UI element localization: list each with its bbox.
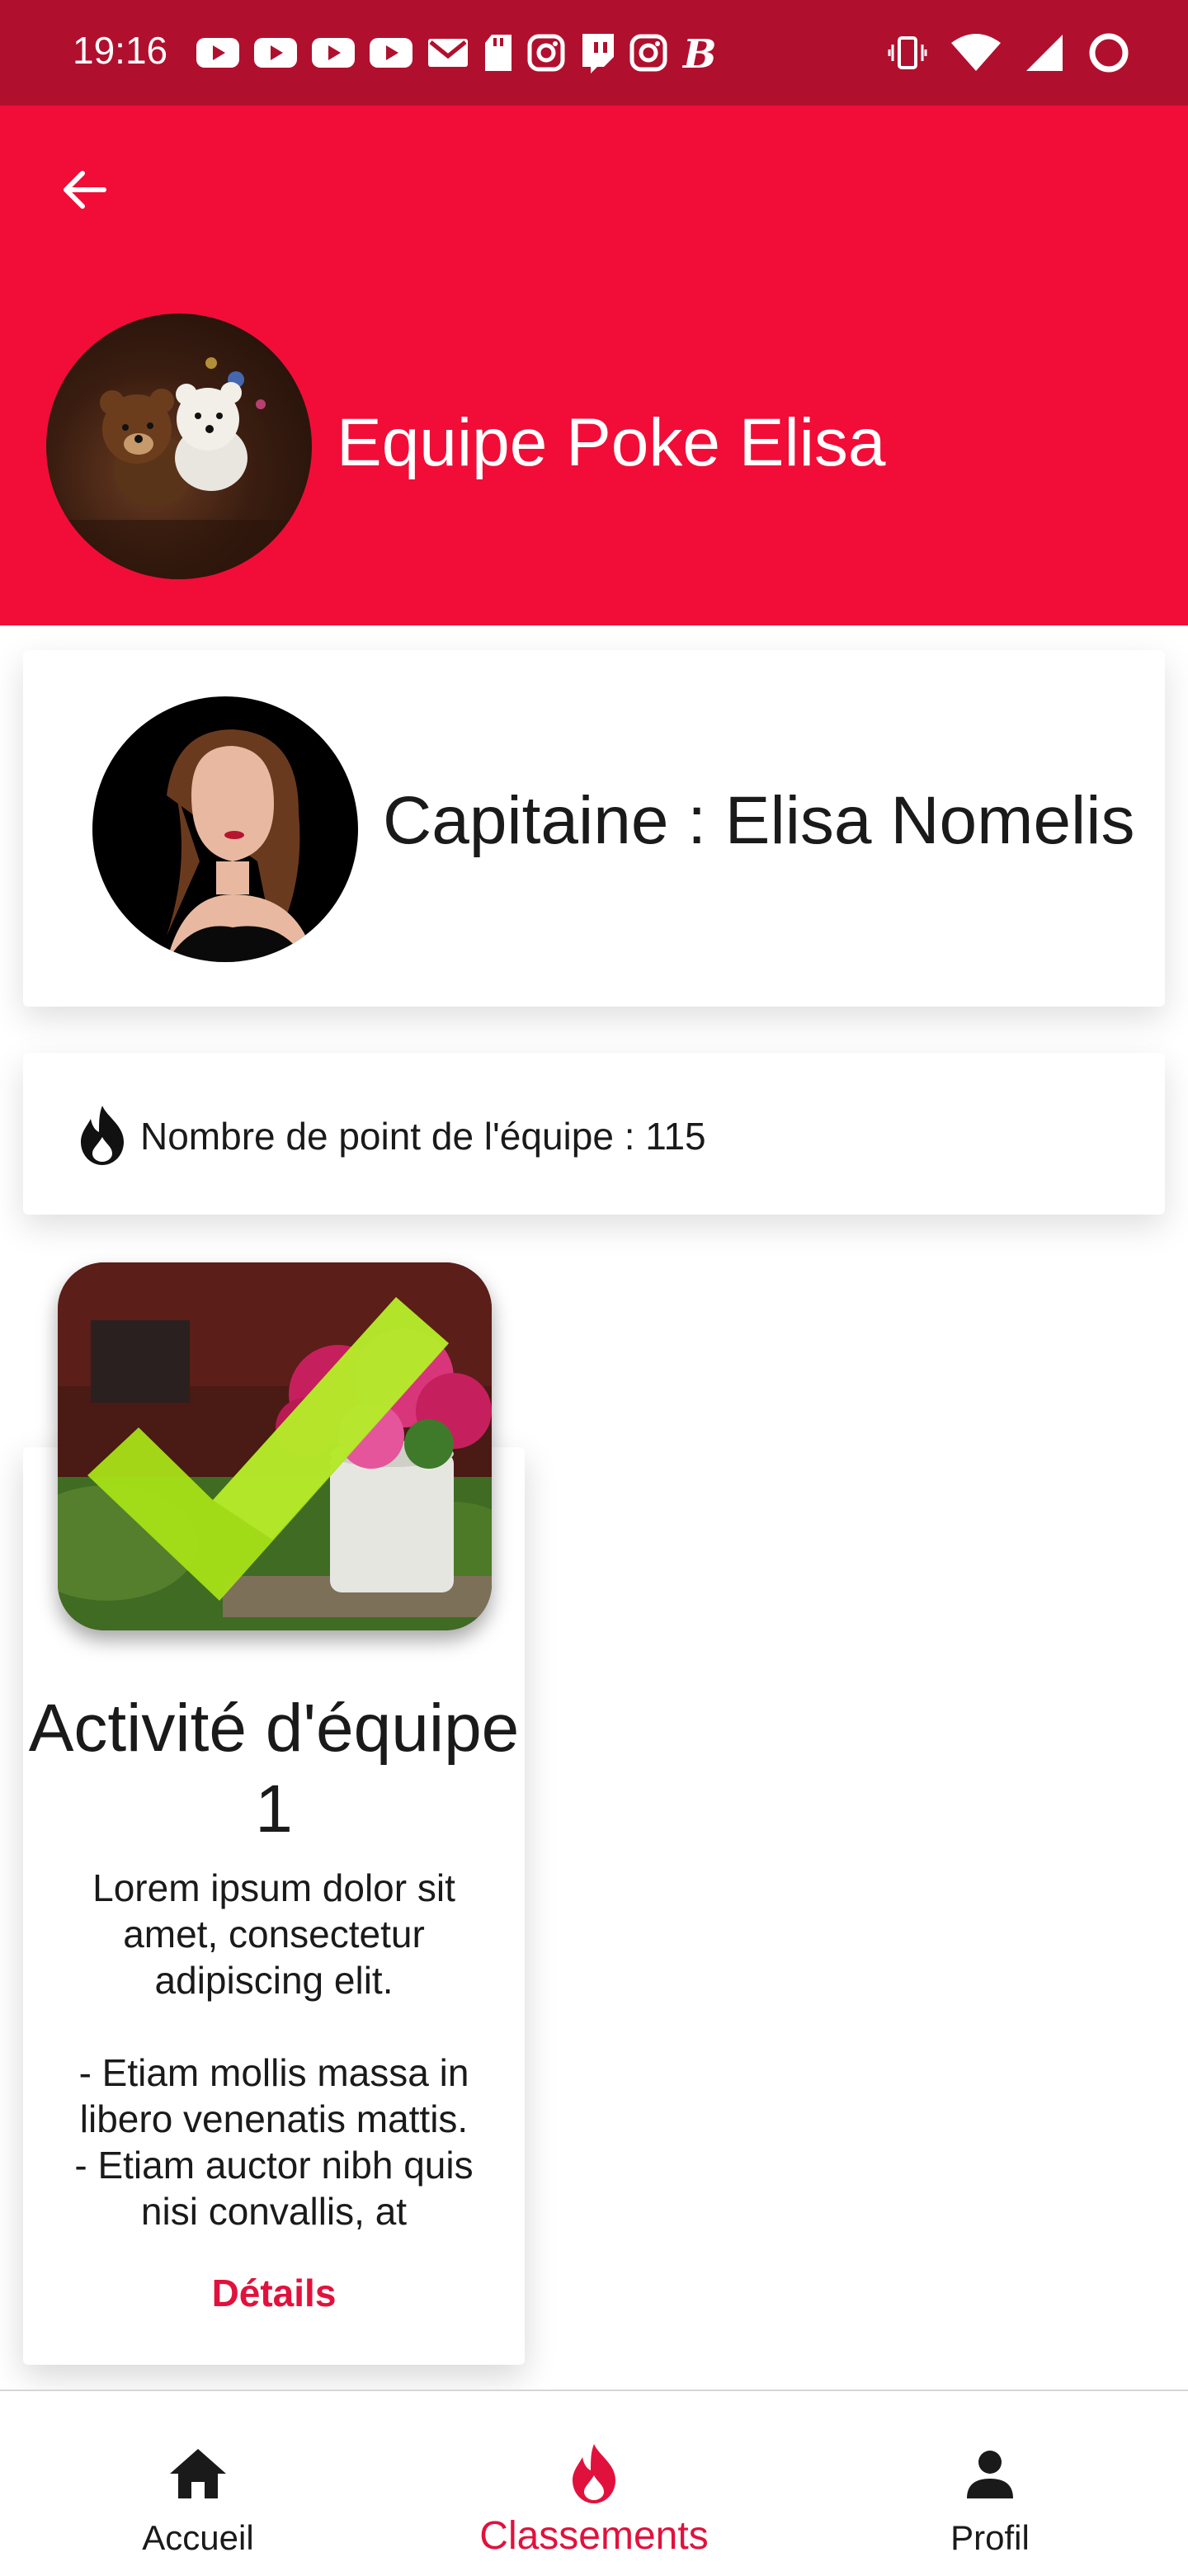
instagram-icon (629, 34, 667, 72)
person-icon (957, 2441, 1023, 2507)
instagram-icon (527, 34, 565, 72)
team-name: Equipe Poke Elisa (337, 405, 886, 480)
arrow-left-icon (64, 171, 106, 209)
bottom-navigation: Accueil Classements Profil (0, 2390, 1188, 2576)
back-button[interactable] (53, 158, 116, 221)
twitch-icon (582, 34, 614, 73)
status-bar: 19:16 B (0, 0, 1188, 106)
nav-label: Profil (950, 2518, 1030, 2557)
captain-avatar (92, 696, 358, 962)
wifi-icon (951, 34, 1001, 71)
b-app-icon: B (681, 31, 716, 74)
youtube-icon (370, 38, 412, 68)
nav-item-accueil[interactable]: Accueil (0, 2391, 396, 2576)
flame-icon (561, 2441, 627, 2507)
captain-name: Capitaine : Elisa Nomelis (383, 783, 1135, 858)
youtube-icon (196, 38, 239, 68)
notification-icons: B (195, 28, 716, 78)
home-icon (165, 2441, 231, 2507)
vibrate-icon (888, 36, 927, 69)
nav-label: Classements (479, 2514, 709, 2558)
youtube-icon (254, 38, 297, 68)
youtube-icon (312, 38, 355, 68)
activity-title: Activité d'équipe 1 (28, 1691, 520, 1847)
svg-text:B: B (681, 31, 716, 74)
sd-card-icon (485, 35, 512, 71)
activity-description: Lorem ipsum dolor sit amet, consectetur … (74, 1866, 474, 2233)
team-points-text: Nombre de point de l'équipe : 115 (140, 1115, 706, 1158)
activity-image (58, 1262, 492, 1630)
nav-item-profil[interactable]: Profil (792, 2391, 1188, 2576)
battery-ring-icon (1089, 33, 1129, 73)
team-avatar (46, 314, 312, 579)
flame-icon (81, 1106, 124, 1165)
signal-icon (1026, 35, 1063, 71)
nav-item-classements[interactable]: Classements (396, 2391, 792, 2576)
captain-card: Capitaine : Elisa Nomelis (23, 650, 1165, 1007)
team-points-card: Nombre de point de l'équipe : 115 (23, 1053, 1165, 1215)
details-button[interactable]: Détails (23, 2271, 525, 2315)
nav-label: Accueil (142, 2518, 254, 2557)
gmail-icon (428, 39, 468, 67)
system-icons (888, 28, 1130, 78)
status-time: 19:16 (73, 29, 168, 72)
